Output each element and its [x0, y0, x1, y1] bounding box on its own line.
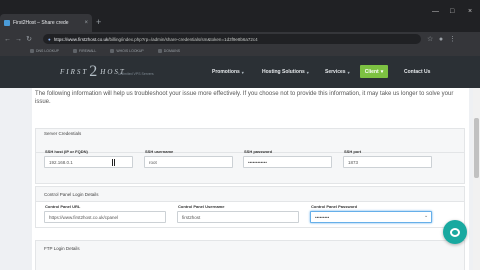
nav-contact-us[interactable]: Contact Us — [404, 66, 430, 78]
ssh-host-input[interactable] — [44, 156, 133, 168]
tab-title: First2Host – Share crede — [13, 20, 69, 26]
ssh-username-input[interactable] — [144, 156, 233, 168]
logo-number: 2 — [89, 63, 100, 80]
back-arrow-icon[interactable]: ← — [4, 36, 11, 43]
bookmark-folder-icon — [30, 49, 34, 53]
maximize-icon[interactable]: □ — [450, 8, 454, 15]
minimize-icon[interactable]: — — [432, 8, 439, 15]
page-scrollbar[interactable] — [473, 88, 480, 270]
url-host: https://www.first2host.co.uk — [53, 36, 109, 42]
chat-bubble-icon — [450, 227, 460, 237]
nav-label: Contact Us — [404, 69, 431, 75]
control-panel-title: Control Panel Login Details — [44, 192, 99, 197]
bookmark-folder-icon — [72, 49, 77, 53]
server-credentials-title: Server Credentials — [44, 131, 82, 136]
profile-avatar-icon[interactable]: ● — [438, 36, 444, 43]
chevron-down-icon: ▾ — [347, 69, 350, 75]
bookmark-item[interactable]: WHOIS LOOKUP — [110, 49, 144, 53]
chevron-down-icon: ▾ — [380, 68, 384, 75]
forward-arrow-icon[interactable]: → — [15, 36, 22, 43]
browser-tab[interactable]: First2Host – Share crede × — [0, 14, 92, 32]
tab-close-icon[interactable]: × — [84, 20, 88, 26]
cp-password-label: Control Panel Password — [311, 204, 358, 209]
bookmarks-bar: DNS LOOKUP FIREWALL WHOIS LOOKUP DOMAINS — [0, 46, 480, 56]
cp-username-label: Control Panel Username — [178, 204, 225, 209]
chevron-down-icon[interactable]: ⌄ — [424, 213, 428, 219]
chevron-down-icon: ▾ — [306, 69, 309, 75]
bookmark-item[interactable]: DNS LOOKUP — [30, 49, 59, 53]
scrollbar-thumb[interactable] — [474, 118, 479, 178]
cp-password-input[interactable] — [310, 211, 432, 223]
logo-text-left: FIRST — [60, 68, 89, 76]
address-bar-row: ← → ↻ ● https://www.first2host.co.uk /bi… — [0, 32, 480, 46]
bookmark-label: WHOIS LOOKUP — [116, 49, 144, 53]
text-cursor-icon — [112, 159, 115, 166]
browser-menu-icon[interactable]: ⋮ — [449, 35, 456, 43]
cp-url-input[interactable] — [44, 211, 166, 223]
bookmark-label: DOMAINS — [163, 49, 181, 53]
site-logo[interactable]: FIRST 2 HOST — [60, 63, 126, 81]
bookmark-label: FIREWALL — [78, 49, 97, 53]
url-field[interactable]: ● https://www.first2host.co.uk /billing/… — [43, 34, 421, 44]
bookmark-star-icon[interactable]: ☆ — [427, 35, 433, 43]
bookmark-item[interactable]: DOMAINS — [157, 49, 181, 53]
new-tab-button[interactable]: + — [96, 17, 101, 27]
bookmark-item[interactable]: FIREWALL — [72, 49, 97, 53]
nav-services[interactable]: Services ▾ — [325, 66, 350, 78]
browser-tabstrip: First2Host – Share crede × + — □ × — [0, 0, 480, 32]
ftp-title: FTP Login Details — [44, 246, 80, 251]
nav-hosting-solutions[interactable]: Hosting Solutions ▾ — [262, 66, 309, 78]
nav-label: Promotions — [212, 69, 240, 75]
secure-lock-icon: ● — [48, 36, 51, 42]
reload-icon[interactable]: ↻ — [26, 35, 32, 43]
nav-label: Services — [325, 69, 346, 75]
client-button-label: Client — [364, 68, 379, 75]
url-path: /billing/index.php?rp=/admin/share-crede… — [108, 36, 258, 42]
client-area-button[interactable]: Client ▾ — [360, 65, 388, 78]
live-chat-button[interactable] — [443, 220, 467, 244]
bookmark-label: DNS LOOKUP — [36, 49, 59, 53]
ssh-port-input[interactable] — [343, 156, 432, 168]
nav-promotions[interactable]: Promotions ▾ — [212, 66, 244, 78]
bookmark-folder-icon — [110, 49, 115, 53]
bookmark-folder-icon — [157, 49, 162, 53]
chevron-down-icon: ▾ — [241, 69, 244, 75]
ssh-password-label: SSH password — [244, 149, 273, 154]
cp-url-label: Control Panel URL — [45, 204, 81, 209]
ssh-password-input[interactable] — [243, 156, 332, 168]
site-favicon-icon — [4, 20, 10, 26]
ssh-host-label: SSH host (IP or FQDN) — [45, 149, 88, 154]
close-window-icon[interactable]: × — [468, 8, 472, 15]
ftp-section: FTP Login Details — [35, 240, 465, 270]
cp-username-input[interactable] — [177, 211, 299, 223]
ssh-port-label: SSH port — [344, 149, 362, 154]
site-tagline: Unlimited VPS Servers — [118, 72, 154, 76]
ssh-username-label: SSH username — [145, 149, 174, 154]
intro-text: The following information will help us t… — [35, 91, 454, 105]
nav-label: Hosting Solutions — [262, 69, 305, 75]
